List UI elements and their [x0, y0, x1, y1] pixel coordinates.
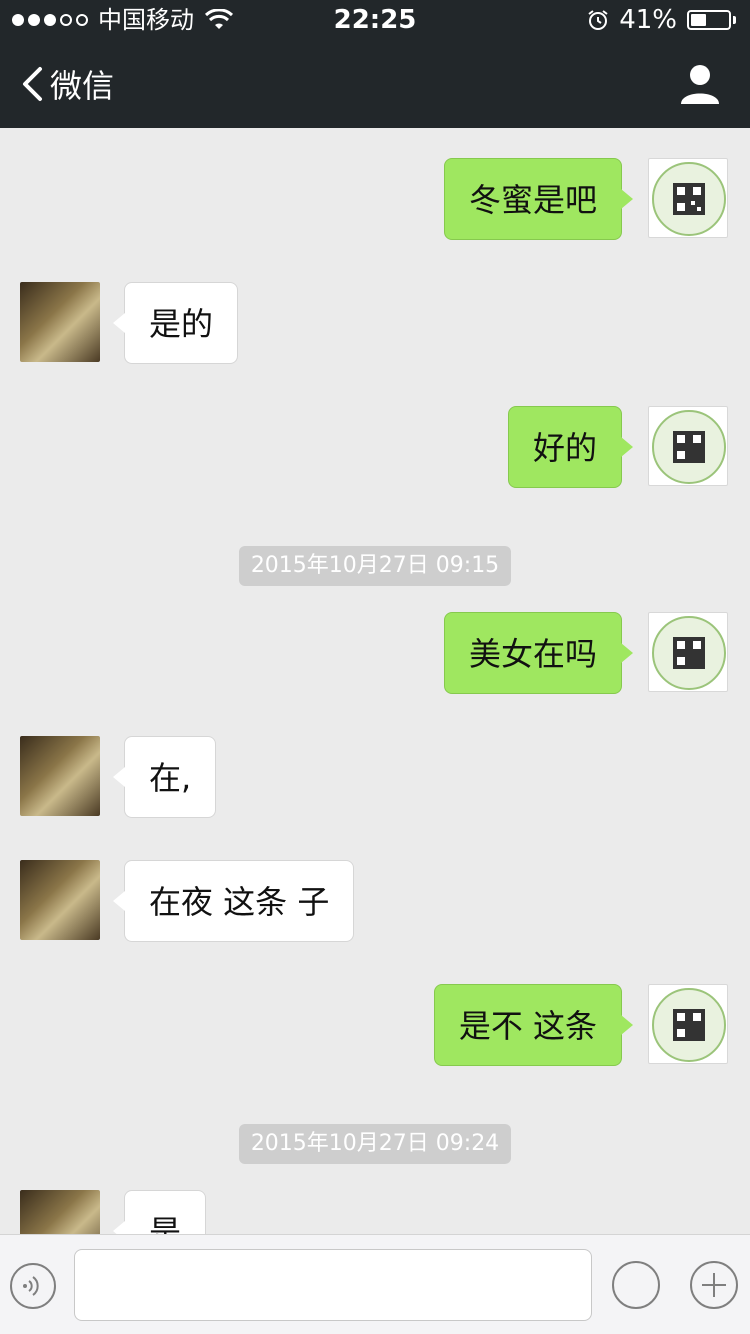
message-row: 在, [0, 736, 750, 818]
my-avatar[interactable] [648, 406, 728, 486]
message-row: 是的 [0, 282, 750, 364]
message-row: 是不 这条 [0, 984, 750, 1066]
message-row: 在夜 这条 子 [0, 860, 750, 942]
qr-code-icon [652, 162, 726, 236]
alarm-icon [588, 10, 608, 30]
profile-icon[interactable] [678, 62, 722, 106]
chat-title [0, 40, 750, 128]
message-row: 好的 [0, 406, 750, 488]
nav-bar: 微信 [0, 40, 750, 128]
status-right: 41% [587, 0, 736, 40]
qr-code-icon [652, 410, 726, 484]
qr-code-icon [652, 616, 726, 690]
message-bubble-sent[interactable]: 好的 [507, 406, 634, 488]
message-bubble-received[interactable]: 是的 [112, 282, 239, 364]
message-row: 是 [0, 1190, 750, 1234]
contact-avatar[interactable] [20, 860, 100, 940]
contact-avatar[interactable] [20, 1190, 100, 1234]
message-row: 冬蜜是吧 [0, 158, 750, 240]
timestamp-label: 2015年10月27日 09:15 [238, 546, 512, 586]
my-avatar[interactable] [648, 984, 728, 1064]
battery-percent: 41% [619, 5, 677, 35]
more-button[interactable] [690, 1261, 738, 1309]
plus-icon [702, 1273, 726, 1297]
message-bubble-received[interactable]: 在夜 这条 子 [112, 860, 355, 942]
input-bar [0, 1234, 750, 1334]
status-bar: 中国移动 22:25 41% [0, 0, 750, 40]
message-row: 美女在吗 [0, 612, 750, 694]
timestamp-label: 2015年10月27日 09:24 [238, 1124, 512, 1164]
message-bubble-received[interactable]: 在, [112, 736, 217, 818]
qr-code-icon [652, 988, 726, 1062]
message-bubble-sent[interactable]: 冬蜜是吧 [443, 158, 634, 240]
message-bubble-sent[interactable]: 是不 这条 [433, 984, 634, 1066]
emoji-button[interactable] [612, 1261, 660, 1309]
chat-area[interactable]: 冬蜜是吧 是的 好的 2015年10月27日 09:15 美女在吗 在, 在夜 … [0, 128, 750, 1234]
timestamp: 2015年10月27日 09:15 [0, 546, 750, 586]
my-avatar[interactable] [648, 158, 728, 238]
battery-icon [687, 10, 736, 30]
contact-avatar[interactable] [20, 282, 100, 362]
message-input[interactable] [74, 1249, 592, 1321]
message-bubble-received[interactable]: 是 [112, 1190, 207, 1234]
contact-avatar[interactable] [20, 736, 100, 816]
timestamp: 2015年10月27日 09:24 [0, 1124, 750, 1164]
my-avatar[interactable] [648, 612, 728, 692]
voice-button[interactable] [10, 1263, 56, 1309]
message-bubble-sent[interactable]: 美女在吗 [443, 612, 634, 694]
voice-icon [23, 1276, 39, 1296]
